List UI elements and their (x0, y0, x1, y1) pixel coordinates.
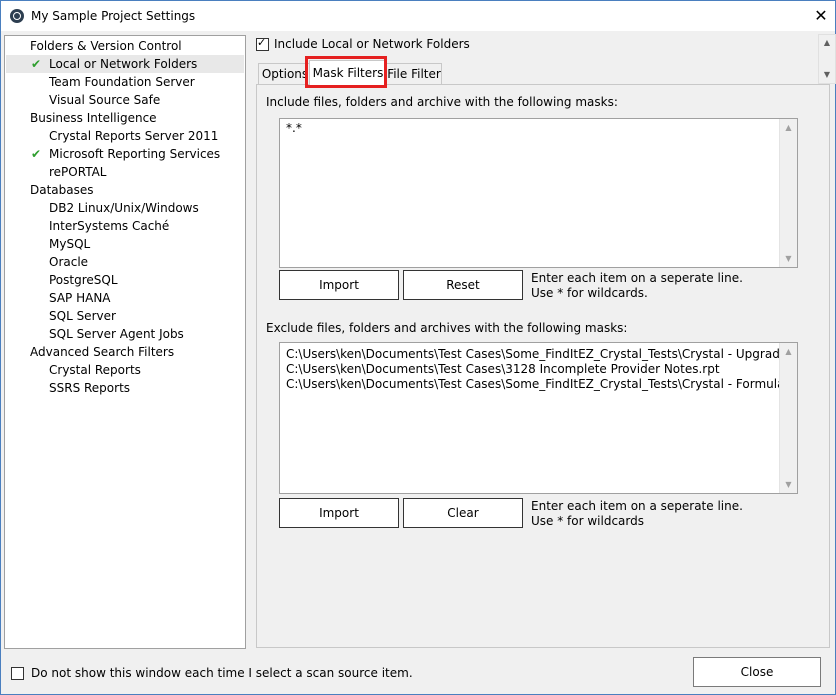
tree-item[interactable]: DB2 Linux/Unix/Windows (49, 199, 199, 217)
exclude-masks-textarea[interactable]: C:\Users\ken\Documents\Test Cases\Some_F… (279, 342, 798, 494)
exclude-import-button[interactable]: Import (279, 498, 399, 528)
include-reset-button[interactable]: Reset (403, 270, 523, 300)
tree-item[interactable]: InterSystems Caché (49, 217, 169, 235)
dont-show-checkbox[interactable] (11, 667, 24, 680)
tree-item[interactable]: SQL Server Agent Jobs (49, 325, 184, 343)
tree-item[interactable]: SSRS Reports (49, 379, 130, 397)
scroll-up-icon[interactable]: ▲ (819, 35, 835, 51)
include-masks-scrollbar[interactable]: ▲ ▼ (779, 119, 797, 267)
exclude-hint-line2: Use * for wildcards (531, 514, 645, 528)
tab-options[interactable]: Options (258, 63, 312, 84)
close-button[interactable]: Close (693, 657, 821, 687)
include-folders-label: Include Local or Network Folders (274, 37, 470, 51)
exclude-hint-line1: Enter each item on a seperate line. (531, 499, 743, 513)
exclude-mask-line: C:\Users\ken\Documents\Test Cases\Some_F… (286, 347, 798, 361)
scroll-down-icon[interactable]: ▼ (780, 250, 797, 267)
tree-item[interactable]: Advanced Search Filters (30, 343, 174, 361)
tree-item[interactable]: MySQL (49, 235, 90, 253)
tree-item[interactable]: rePORTAL (49, 163, 107, 181)
scroll-up-icon[interactable]: ▲ (780, 119, 797, 136)
tab-highlight-box (305, 56, 387, 88)
tree-item[interactable]: SAP HANA (49, 289, 111, 307)
tree-item[interactable]: Visual Source Safe (49, 91, 160, 109)
tree-item[interactable]: Crystal Reports Server 2011 (49, 127, 218, 145)
scroll-down-icon[interactable]: ▼ (780, 476, 797, 493)
exclude-clear-button[interactable]: Clear (403, 498, 523, 528)
exclude-masks-scrollbar[interactable]: ▲ ▼ (779, 343, 797, 493)
tab-file-filter[interactable]: File Filter (386, 63, 442, 84)
tree-item[interactable]: SQL Server (49, 307, 116, 325)
tree-item[interactable]: Oracle (49, 253, 88, 271)
tree-item[interactable]: Team Foundation Server (49, 73, 195, 91)
close-icon[interactable]: ✕ (807, 3, 835, 29)
app-logo-icon (10, 9, 24, 23)
include-mask-line: *.* (286, 121, 302, 135)
include-masks-textarea[interactable]: *.* ▲ ▼ (279, 118, 798, 268)
include-folders-checkbox[interactable] (256, 36, 269, 51)
dont-show-label: Do not show this window each time I sele… (31, 666, 413, 680)
tree-item[interactable]: Local or Network Folders (49, 55, 197, 73)
scroll-down-icon[interactable]: ▼ (819, 67, 835, 83)
title-bar: My Sample Project Settings ✕ (1, 1, 835, 31)
source-tree: Folders & Version Control Local or Networ… (4, 35, 246, 649)
checkmark-icon: ✔ (31, 147, 42, 161)
include-hint-line2: Use * for wildcards. (531, 286, 648, 300)
include-import-button[interactable]: Import (279, 270, 399, 300)
exclude-mask-line: C:\Users\ken\Documents\Test Cases\Some_F… (286, 377, 798, 391)
exclude-mask-line: C:\Users\ken\Documents\Test Cases\3128 I… (286, 362, 720, 376)
tree-item[interactable]: Databases (30, 181, 94, 199)
tree-item[interactable]: PostgreSQL (49, 271, 118, 289)
exclude-masks-heading: Exclude files, folders and archives with… (266, 321, 628, 335)
tree-item[interactable]: Crystal Reports (49, 361, 141, 379)
tree-item[interactable]: Folders & Version Control (30, 37, 182, 55)
panel-scrollbar[interactable]: ▲ ▼ (818, 34, 836, 84)
tree-item[interactable]: Microsoft Reporting Services (49, 145, 220, 163)
include-hint-line1: Enter each item on a seperate line. (531, 271, 743, 285)
scroll-up-icon[interactable]: ▲ (780, 343, 797, 360)
include-masks-heading: Include files, folders and archive with … (266, 95, 618, 109)
checkmark-icon: ✔ (31, 57, 42, 71)
tree-item[interactable]: Business Intelligence (30, 109, 157, 127)
window-title: My Sample Project Settings (31, 9, 196, 23)
